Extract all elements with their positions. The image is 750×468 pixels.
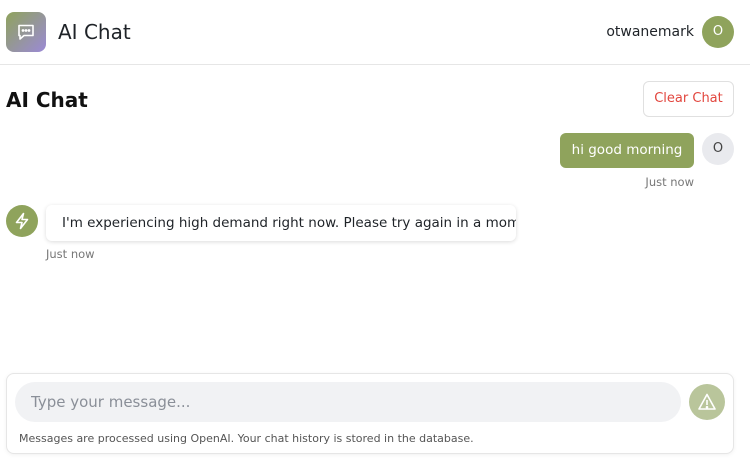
chat-logo-icon bbox=[6, 12, 46, 52]
assistant-message-timestamp: Just now bbox=[46, 247, 95, 261]
bolt-icon bbox=[6, 205, 38, 237]
message-input[interactable] bbox=[15, 382, 681, 422]
app-title: AI Chat bbox=[58, 20, 131, 44]
disclaimer-text: Messages are processed using OpenAI. You… bbox=[19, 432, 474, 445]
page-title: AI Chat bbox=[6, 88, 88, 112]
send-button[interactable] bbox=[689, 384, 725, 420]
app-header: AI Chat otwanemark O bbox=[0, 0, 750, 65]
user-message-avatar: O bbox=[702, 133, 734, 165]
username[interactable]: otwanemark bbox=[606, 24, 694, 40]
user-message-bubble: hi good morning bbox=[560, 133, 694, 168]
user-avatar[interactable]: O bbox=[702, 16, 734, 48]
clear-chat-button[interactable]: Clear Chat bbox=[643, 81, 734, 117]
send-icon bbox=[698, 393, 716, 410]
assistant-message-bubble: I'm experiencing high demand right now. … bbox=[46, 205, 516, 241]
message-composer: Messages are processed using OpenAI. You… bbox=[6, 373, 734, 454]
user-message-timestamp: Just now bbox=[645, 175, 694, 189]
